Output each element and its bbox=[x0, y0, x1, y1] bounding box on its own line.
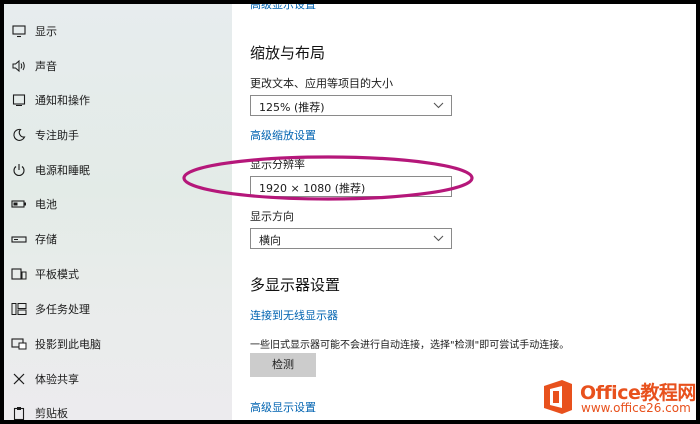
sidebar-item-project-to-pc[interactable]: 投影到此电脑 bbox=[4, 330, 232, 358]
watermark: Office教程网 www.office26.com bbox=[534, 374, 696, 420]
sidebar-item-label: 存储 bbox=[35, 233, 57, 246]
chevron-down-icon bbox=[433, 102, 444, 109]
multi-display-heading: 多显示器设置 bbox=[250, 276, 341, 294]
advanced-display-settings-link[interactable]: 高级显示设置 bbox=[250, 399, 316, 415]
battery-icon bbox=[11, 196, 27, 212]
sidebar-item-power-sleep[interactable]: 电源和睡眠 bbox=[4, 156, 232, 184]
monitor-icon bbox=[11, 23, 27, 39]
resolution-dropdown[interactable]: 1920 × 1080 (推荐) bbox=[250, 176, 452, 197]
sidebar-item-label: 平板模式 bbox=[35, 268, 79, 281]
dropdown-value: 横向 bbox=[259, 234, 281, 247]
power-icon bbox=[11, 162, 27, 178]
sidebar-item-label: 专注助手 bbox=[35, 129, 79, 142]
sidebar-item-notifications[interactable]: 通知和操作 bbox=[4, 86, 232, 114]
main-content: 高级显示设置 缩放与布局 更改文本、应用等项目的大小 125% (推荐) 高级缩… bbox=[232, 4, 696, 420]
sidebar-item-focus-assist[interactable]: 专注助手 bbox=[4, 121, 232, 149]
notification-icon bbox=[11, 92, 27, 108]
share-icon bbox=[11, 371, 27, 387]
advanced-scaling-link[interactable]: 高级缩放设置 bbox=[250, 127, 316, 143]
sidebar-item-battery[interactable]: 电池 bbox=[4, 190, 232, 218]
storage-icon bbox=[11, 231, 27, 247]
chevron-down-icon bbox=[433, 235, 444, 242]
office-logo-icon bbox=[544, 380, 572, 414]
orientation-dropdown[interactable]: 横向 bbox=[250, 228, 452, 249]
sidebar-item-sound[interactable]: 声音 bbox=[4, 52, 232, 80]
sidebar-item-label: 电源和睡眠 bbox=[35, 164, 90, 177]
text-size-dropdown[interactable]: 125% (推荐) bbox=[250, 95, 452, 116]
sidebar-item-tablet-mode[interactable]: 平板模式 bbox=[4, 260, 232, 288]
sidebar-item-label: 声音 bbox=[35, 60, 57, 73]
sidebar-item-storage[interactable]: 存储 bbox=[4, 225, 232, 253]
moon-icon bbox=[11, 127, 27, 143]
orientation-label: 显示方向 bbox=[250, 210, 294, 223]
detect-description: 一些旧式显示器可能不会进行自动连接，选择"检测"即可尝试手动连接。 bbox=[250, 340, 570, 351]
sidebar-item-label: 投影到此电脑 bbox=[35, 338, 101, 351]
sidebar-item-label: 显示 bbox=[35, 25, 57, 38]
dropdown-value: 125% (推荐) bbox=[259, 101, 325, 114]
tablet-icon bbox=[11, 266, 27, 282]
advanced-display-link-top[interactable]: 高级显示设置 bbox=[250, 4, 316, 12]
multitask-icon bbox=[11, 301, 27, 317]
detect-button[interactable]: 检测 bbox=[250, 353, 316, 377]
connect-wireless-display-link[interactable]: 连接到无线显示器 bbox=[250, 307, 338, 323]
project-icon bbox=[11, 336, 27, 352]
sidebar-item-label: 电池 bbox=[35, 198, 57, 211]
sidebar-item-multitasking[interactable]: 多任务处理 bbox=[4, 295, 232, 323]
sidebar-item-label: 体验共享 bbox=[35, 373, 79, 386]
dropdown-value: 1920 × 1080 (推荐) bbox=[259, 182, 366, 195]
sidebar-item-clipboard[interactable]: 剪贴板 bbox=[4, 399, 232, 420]
watermark-url: www.office26.com bbox=[581, 401, 691, 415]
sidebar-item-shared-experiences[interactable]: 体验共享 bbox=[4, 365, 232, 393]
scale-layout-heading: 缩放与布局 bbox=[250, 44, 326, 62]
sidebar-item-display[interactable]: 显示 bbox=[4, 17, 232, 45]
speaker-icon bbox=[11, 58, 27, 74]
sidebar-item-label: 剪贴板 bbox=[35, 407, 68, 420]
text-size-label: 更改文本、应用等项目的大小 bbox=[250, 77, 393, 90]
sidebar-item-label: 通知和操作 bbox=[35, 94, 90, 107]
clipboard-icon bbox=[11, 405, 27, 420]
resolution-label: 显示分辨率 bbox=[250, 158, 305, 171]
settings-window: 显示 声音 通知和操作 专注助手 电源和睡眠 电池 存储 平板模式 多任务处理 … bbox=[4, 4, 696, 420]
sidebar-item-label: 多任务处理 bbox=[35, 303, 90, 316]
sidebar: 显示 声音 通知和操作 专注助手 电源和睡眠 电池 存储 平板模式 多任务处理 … bbox=[4, 4, 232, 420]
